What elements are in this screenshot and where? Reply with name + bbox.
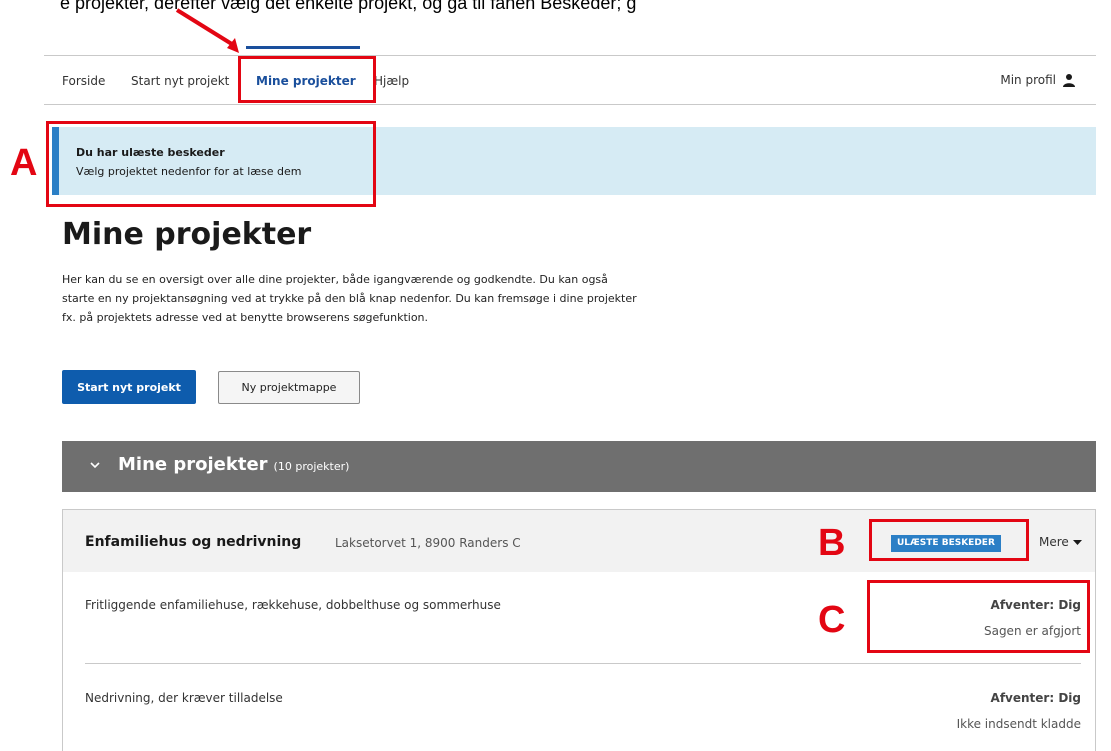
profile-label: Min profil <box>1000 73 1056 87</box>
group-title: Mine projekter (10 projekter) <box>118 454 349 475</box>
annotation-label-c: C <box>818 599 846 641</box>
more-label: Mere <box>1039 535 1069 549</box>
projects-group-header[interactable]: Mine projekter (10 projekter) <box>62 441 1096 492</box>
more-menu-button[interactable]: Mere <box>1039 535 1082 549</box>
project-address: Laksetorvet 1, 8900 Randers C <box>335 536 521 550</box>
waiting-for: Afventer: Dig <box>990 691 1081 705</box>
annotation-box-a <box>46 121 376 207</box>
annotation-box-b <box>869 519 1029 561</box>
user-icon <box>1063 74 1075 87</box>
annotation-box-c <box>867 580 1090 653</box>
new-project-folder-button[interactable]: Ny projektmappe <box>218 371 360 404</box>
group-title-text: Mine projekter <box>118 454 268 475</box>
annotation-arrow <box>175 8 239 53</box>
annotation-label-b: B <box>818 522 846 564</box>
nav-item-start-nyt-projekt[interactable]: Start nyt projekt <box>131 74 229 88</box>
nav-item-forside[interactable]: Forside <box>62 74 105 88</box>
annotation-box-nav <box>238 56 376 103</box>
case-status: Ikke indsendt kladde <box>956 717 1081 731</box>
page-intro: Her kan du se en oversigt over alle dine… <box>62 273 637 324</box>
sub-project-description: Fritliggende enfamiliehuse, rækkehuse, d… <box>85 598 501 612</box>
nav-active-indicator <box>246 46 360 49</box>
nav-item-hjaelp[interactable]: Hjælp <box>374 74 409 88</box>
profile-link[interactable]: Min profil <box>1000 73 1076 87</box>
chevron-down-icon <box>90 462 100 469</box>
annotation-label-a: A <box>10 142 38 184</box>
start-new-project-button[interactable]: Start nyt projekt <box>62 370 196 404</box>
project-title[interactable]: Enfamiliehus og nedrivning <box>85 534 301 550</box>
page-title: Mine projekter <box>62 217 312 252</box>
group-count: (10 projekter) <box>273 460 350 473</box>
top-navigation: Forside Start nyt projekt Mine projekter… <box>44 55 1096 105</box>
row-divider <box>85 663 1081 664</box>
caret-down-icon <box>1072 539 1082 545</box>
sub-project-description: Nedrivning, der kræver tilladelse <box>85 691 283 705</box>
